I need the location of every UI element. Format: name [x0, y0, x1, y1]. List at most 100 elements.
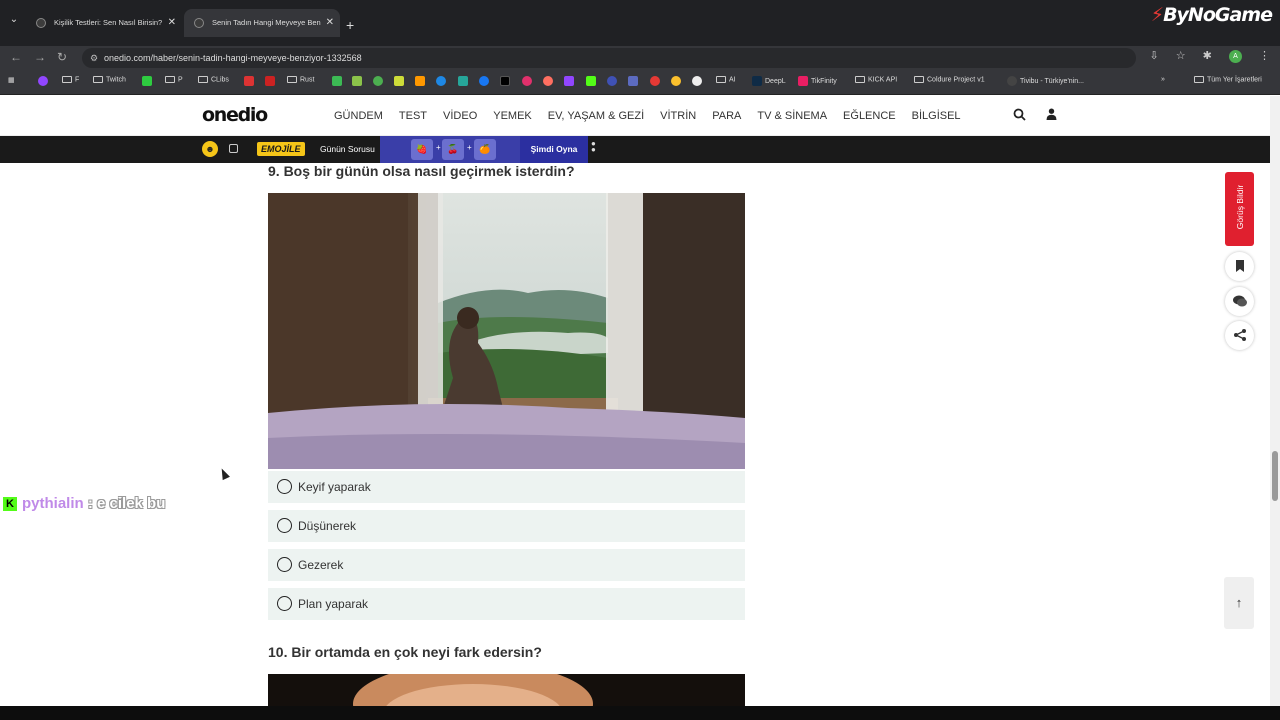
bookmark-green[interactable] — [142, 76, 155, 86]
bookmark-ext-9[interactable] — [607, 76, 620, 86]
kick-icon: K — [3, 497, 17, 512]
nav-vitrin[interactable]: VİTRİN — [660, 110, 696, 122]
close-tab-icon[interactable]: ✕ — [168, 9, 176, 37]
address-bar-row: ← → ↻ ⚙ onedio.com/haber/senin-tadin-han… — [0, 46, 1280, 70]
bookmark-ext-10[interactable] — [628, 76, 641, 86]
nav-para[interactable]: PARA — [712, 110, 741, 122]
bookmark-ext-12[interactable] — [671, 76, 684, 86]
option-dusunerek[interactable]: Düşünerek — [268, 510, 745, 542]
url-field[interactable]: ⚙ onedio.com/haber/senin-tadin-hangi-mey… — [82, 48, 1136, 68]
option-gezerek[interactable]: Gezerek — [268, 549, 745, 581]
tab-label: Kişilik Testleri: Sen Nasıl Birisin? — [54, 18, 163, 27]
option-keyif-yaparak[interactable]: Keyif yaparak — [268, 471, 745, 503]
bookmarks-overflow-icon[interactable]: » — [1161, 76, 1165, 83]
bookmark-deepl[interactable]: DeepL — [752, 76, 786, 86]
bookmark-ext-7[interactable] — [458, 76, 471, 86]
bookmark-folder-coldure[interactable]: Coldure Project v1 — [914, 76, 985, 83]
bookmark-ext-11[interactable] — [650, 76, 663, 86]
nav-bilgisel[interactable]: BİLGİSEL — [912, 110, 961, 122]
nav-yemek[interactable]: YEMEK — [493, 110, 532, 122]
more-dots-icon[interactable]: ● ● — [591, 140, 596, 154]
share-icon[interactable] — [1225, 321, 1254, 350]
bookmark-ext-3[interactable] — [373, 76, 386, 86]
bookmark-ext-5[interactable] — [415, 76, 428, 86]
back-icon[interactable]: ← — [10, 50, 22, 64]
radio-icon[interactable] — [277, 479, 292, 494]
nav-test[interactable]: TEST — [399, 110, 427, 122]
bookmark-folder-p[interactable]: P — [165, 76, 183, 83]
site-info-icon[interactable]: ⚙ — [90, 48, 98, 68]
user-icon[interactable] — [1046, 108, 1057, 123]
comments-icon[interactable] — [1225, 287, 1254, 316]
url-text: onedio.com/haber/senin-tadin-hangi-meyve… — [104, 53, 362, 63]
bookmark-tivibu[interactable]: Tivibu - Türkiye'nin... — [1007, 76, 1084, 86]
bookmark-folder-kick-api[interactable]: KICK API — [855, 76, 897, 83]
radio-icon[interactable] — [277, 557, 292, 572]
scroll-to-top-button[interactable]: ↑ — [1224, 577, 1254, 629]
nav-tv-sinema[interactable]: TV & SİNEMA — [757, 110, 827, 122]
nav-ev-yasam-gezi[interactable]: EV, YAŞAM & GEZİ — [548, 110, 644, 122]
apps-icon[interactable]: ▦ — [8, 76, 15, 84]
radio-icon[interactable] — [277, 596, 292, 611]
bookmark-github-icon[interactable] — [692, 76, 705, 86]
bookmark-red-2[interactable] — [265, 76, 278, 86]
emoji-slot-cherry-icon: 🍒 — [442, 139, 464, 160]
tab-favicon-icon — [194, 18, 204, 28]
question-9-title: 9. Boş bir günün olsa nasıl geçirmek ist… — [268, 163, 575, 179]
bookmark-red-1[interactable] — [244, 76, 257, 86]
tab-active-meyve[interactable]: Senin Tadın Hangi Meyveye Ben ✕ — [184, 9, 340, 37]
page-scrollbar[interactable] — [1270, 96, 1280, 706]
plus-icon: + — [467, 143, 472, 152]
bookmark-folder-clibs[interactable]: CLibs — [198, 76, 229, 83]
menu-icon[interactable]: ⋮ — [1259, 50, 1270, 62]
tab-search-icon[interactable]: ⌄ — [6, 12, 22, 28]
tab-kisilik[interactable]: Kişilik Testleri: Sen Nasıl Birisin? ✕ — [26, 9, 182, 37]
bookmarks-bar: ▦ F Twitch P CLibs Rust AI DeepL TikFini… — [0, 70, 1280, 95]
site-header: onedio GÜNDEM TEST VİDEO YEMEK EV, YAŞAM & G… — [0, 96, 1270, 136]
bookmark-folder-f[interactable]: F — [62, 76, 79, 83]
tab-favicon-icon — [36, 18, 46, 28]
bookmark-folder-twitch[interactable]: Twitch — [93, 76, 126, 83]
bookmark-ext-4[interactable] — [394, 76, 407, 86]
question-10-image — [268, 674, 745, 706]
bookmark-ext-2[interactable] — [352, 76, 365, 86]
feedback-button[interactable]: Görüş Bildir — [1225, 172, 1254, 246]
onedio-logo[interactable]: onedio — [202, 104, 268, 126]
bookmark-facebook-icon[interactable] — [479, 76, 492, 86]
question-10-title: 10. Bir ortamda en çok neyi fark edersin… — [268, 644, 542, 660]
bookmark-folder-rust[interactable]: Rust — [287, 76, 314, 83]
emojile-banner[interactable]: ☻ EMOJİLE Günün Sorusu 🍓 + 🍒 + 🍊 Şimdi O… — [0, 136, 1270, 163]
install-icon[interactable]: ⇩ — [1149, 50, 1158, 62]
bookmark-ext-1[interactable] — [332, 76, 345, 86]
bookmark-instagram-icon[interactable] — [522, 76, 535, 86]
reload-icon[interactable]: ↻ — [57, 50, 67, 64]
nav-eglence[interactable]: EĞLENCE — [843, 110, 896, 122]
bookmark-icon[interactable] — [1225, 252, 1254, 281]
radio-icon[interactable] — [277, 518, 292, 533]
gallery-icon — [229, 144, 238, 153]
mouse-cursor-icon — [218, 466, 230, 481]
nav-gundem[interactable]: GÜNDEM — [334, 110, 383, 122]
bookmark-tikfinity[interactable]: TikFinity — [798, 76, 837, 86]
bookmark-twitch-count[interactable] — [38, 76, 51, 86]
bookmark-tiktok-icon[interactable] — [500, 76, 513, 86]
browser-tabbar: ⌄ Kişilik Testleri: Sen Nasıl Birisin? ✕… — [0, 0, 1280, 46]
new-tab-button[interactable]: + — [346, 17, 354, 33]
bookmark-folder-ai[interactable]: AI — [716, 76, 736, 83]
bookmark-kick-icon[interactable] — [586, 76, 599, 86]
extensions-icon[interactable]: ✱ — [1203, 50, 1212, 62]
gunun-sorusu: Günün Sorusu — [320, 144, 375, 154]
search-icon[interactable] — [1013, 108, 1026, 124]
bookmark-ext-6[interactable] — [436, 76, 449, 86]
profile-avatar[interactable]: A — [1228, 49, 1242, 63]
bookmark-twitch-icon[interactable] — [564, 76, 577, 86]
scrollbar-thumb[interactable] — [1272, 451, 1278, 501]
bookmark-star-icon[interactable]: ☆ — [1176, 50, 1186, 62]
simdi-oyna-button[interactable]: Şimdi Oyna — [520, 136, 588, 163]
forward-icon[interactable]: → — [34, 50, 46, 64]
option-plan-yaparak[interactable]: Plan yaparak — [268, 588, 745, 620]
nav-video[interactable]: VİDEO — [443, 110, 477, 122]
bookmark-folder-all[interactable]: Tüm Yer İşaretleri — [1194, 76, 1262, 83]
bookmark-ext-8[interactable] — [543, 76, 556, 86]
close-tab-icon[interactable]: ✕ — [326, 9, 334, 37]
